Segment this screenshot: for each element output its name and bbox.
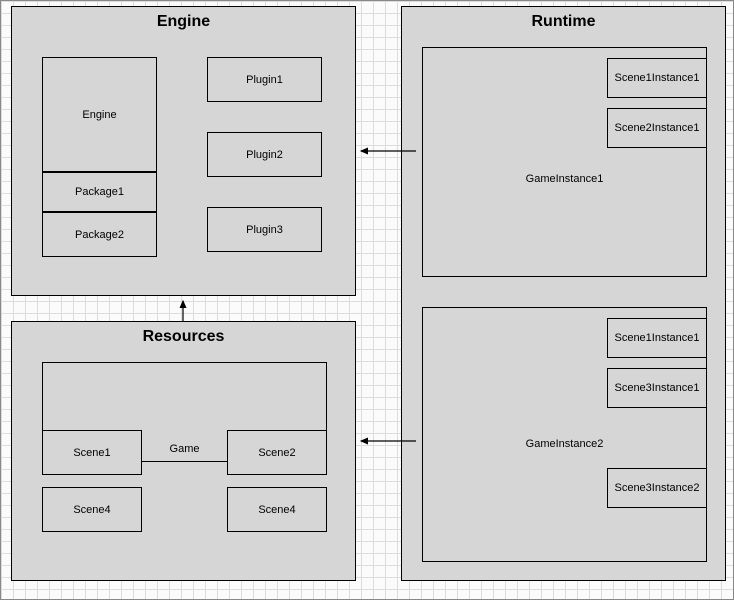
box-scene4a[interactable]: Scene4 [42, 487, 142, 532]
panel-engine[interactable]: Engine Engine Package1 Package2 Plugin1 … [11, 6, 356, 296]
box-gi1-scene2instance1-label: Scene2Instance1 [614, 122, 699, 134]
box-gi2-scene1instance1[interactable]: Scene1Instance1 [607, 318, 707, 358]
box-plugin3[interactable]: Plugin3 [207, 207, 322, 252]
box-gameinstance2[interactable]: GameInstance2 Scene1Instance1 Scene3Inst… [422, 307, 707, 562]
box-gi2-scene3instance2[interactable]: Scene3Instance2 [607, 468, 707, 508]
box-engine[interactable]: Engine [42, 57, 157, 172]
box-scene1[interactable]: Scene1 [42, 430, 142, 475]
box-gi2-scene3instance1[interactable]: Scene3Instance1 [607, 368, 707, 408]
box-scene2-label: Scene2 [258, 447, 295, 459]
box-plugin2[interactable]: Plugin2 [207, 132, 322, 177]
box-package1-label: Package1 [75, 186, 124, 198]
panel-runtime[interactable]: Runtime GameInstance1 Scene1Instance1 Sc… [401, 6, 726, 581]
box-scene4b[interactable]: Scene4 [227, 487, 327, 532]
box-plugin1-label: Plugin1 [246, 74, 283, 86]
box-engine-label: Engine [82, 109, 116, 121]
box-plugin1[interactable]: Plugin1 [207, 57, 322, 102]
box-plugin2-label: Plugin2 [246, 149, 283, 161]
box-package2[interactable]: Package2 [42, 212, 157, 257]
diagram-canvas[interactable]: Engine Engine Package1 Package2 Plugin1 … [0, 0, 734, 600]
panel-engine-title: Engine [12, 13, 355, 31]
box-scene2[interactable]: Scene2 [227, 430, 327, 475]
box-gi1-scene1instance1-label: Scene1Instance1 [614, 72, 699, 84]
panel-runtime-title: Runtime [402, 13, 725, 31]
panel-resources[interactable]: Resources Game Scene1 Scene2 Scene4 Scen… [11, 321, 356, 581]
box-scene1-label: Scene1 [73, 447, 110, 459]
box-gi1-scene2instance1[interactable]: Scene2Instance1 [607, 108, 707, 148]
box-package2-label: Package2 [75, 229, 124, 241]
box-plugin3-label: Plugin3 [246, 224, 283, 236]
box-gi1-scene1instance1[interactable]: Scene1Instance1 [607, 58, 707, 98]
box-scene4b-label: Scene4 [258, 504, 295, 516]
box-gameinstance1[interactable]: GameInstance1 Scene1Instance1 Scene2Inst… [422, 47, 707, 277]
box-gameinstance2-label: GameInstance2 [423, 438, 706, 450]
box-package1[interactable]: Package1 [42, 172, 157, 212]
box-gi2-scene3instance1-label: Scene3Instance1 [614, 382, 699, 394]
box-scene4a-label: Scene4 [73, 504, 110, 516]
box-gi2-scene1instance1-label: Scene1Instance1 [614, 332, 699, 344]
box-gi2-scene3instance2-label: Scene3Instance2 [614, 482, 699, 494]
box-gameinstance1-label: GameInstance1 [423, 173, 706, 185]
panel-resources-title: Resources [12, 328, 355, 346]
